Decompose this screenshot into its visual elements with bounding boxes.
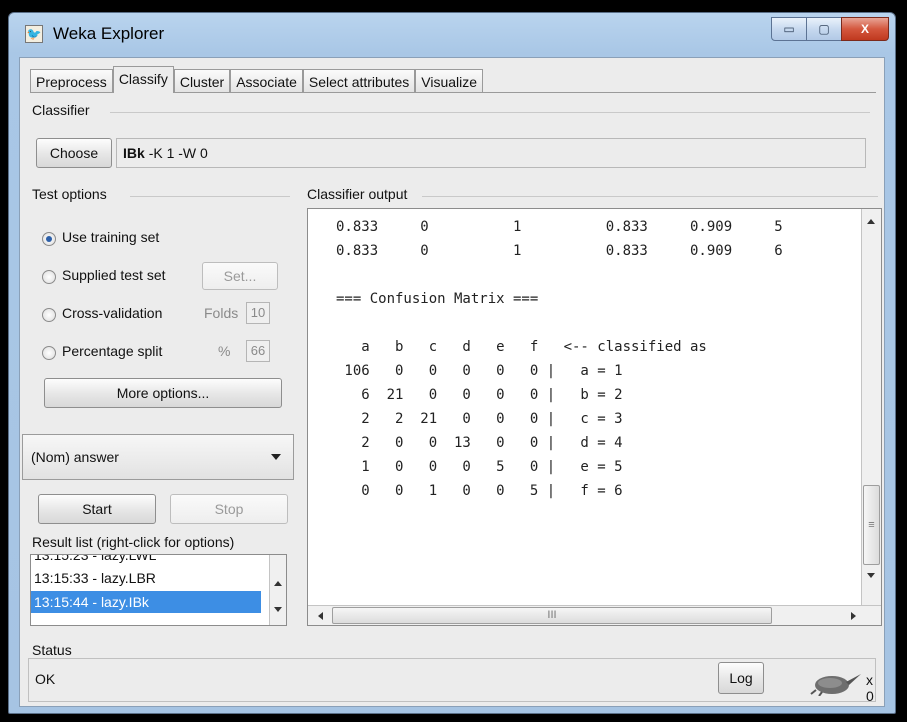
class-attribute-dropdown[interactable]: (Nom) answer	[22, 434, 294, 480]
set-button[interactable]: Set...	[202, 262, 278, 290]
supplied-test-set-radio[interactable]	[42, 270, 56, 284]
percent-label: %	[218, 343, 231, 359]
task-count: x 0	[866, 672, 874, 704]
classifier-output-area[interactable]: 0.833 0 1 0.833 0.909 5 0.833 0 1 0.833 …	[307, 208, 882, 626]
weka-app-icon: 🐦	[25, 25, 43, 43]
horizontal-scroll-thumb[interactable]: III	[332, 607, 772, 624]
scroll-up-icon[interactable]	[274, 581, 282, 586]
scroll-up-icon[interactable]	[867, 219, 875, 224]
classifier-section-label: Classifier	[32, 102, 90, 118]
result-list-item-selected[interactable]: 13:15:44 - lazy.IBk	[31, 591, 261, 613]
choose-button[interactable]: Choose	[36, 138, 112, 168]
cross-validation-radio[interactable]	[42, 308, 56, 322]
use-training-set-label[interactable]: Use training set	[62, 229, 159, 245]
test-options-label: Test options	[32, 186, 107, 202]
classifier-output-text: 0.833 0 1 0.833 0.909 5 0.833 0 1 0.833 …	[336, 219, 783, 499]
stop-button[interactable]: Stop	[170, 494, 288, 524]
log-button[interactable]: Log	[718, 662, 764, 694]
output-horizontal-scrollbar[interactable]: III	[308, 605, 881, 625]
use-training-set-radio[interactable]	[42, 232, 56, 246]
classifier-config-field[interactable]: IBk -K 1 -W 0	[116, 138, 866, 168]
classifier-name: IBk	[123, 145, 145, 161]
title-bar[interactable]: 🐦 Weka Explorer ▭ ▢ X	[9, 13, 895, 57]
classifier-output-label: Classifier output	[307, 186, 408, 202]
supplied-test-set-label[interactable]: Supplied test set	[62, 267, 166, 283]
weka-explorer-window: 🐦 Weka Explorer ▭ ▢ X Preprocess Classif…	[8, 12, 896, 714]
output-vertical-scrollbar[interactable]: ≡	[861, 209, 881, 605]
tab-preprocess[interactable]: Preprocess	[30, 69, 113, 93]
result-list-scrollbar[interactable]	[269, 555, 286, 625]
classifier-divider	[110, 112, 870, 113]
tab-select-attributes[interactable]: Select attributes	[302, 69, 416, 93]
percentage-split-label[interactable]: Percentage split	[62, 343, 162, 359]
result-list[interactable]: 13:15:23 - lazy.LWL 13:15:33 - lazy.LBR …	[30, 554, 287, 626]
classifier-output-divider	[422, 196, 878, 197]
status-text: OK	[35, 671, 56, 687]
scroll-right-icon[interactable]	[851, 612, 856, 620]
tab-classify[interactable]: Classify	[112, 66, 174, 93]
tab-associate[interactable]: Associate	[230, 69, 303, 93]
close-button[interactable]: X	[841, 17, 889, 41]
tab-cluster[interactable]: Cluster	[173, 69, 231, 93]
explorer-panel: Preprocess Classify Cluster Associate Se…	[19, 57, 885, 707]
tab-visualize[interactable]: Visualize	[415, 69, 484, 93]
classifier-options: -K 1 -W 0	[148, 145, 208, 161]
scroll-down-icon[interactable]	[274, 607, 282, 612]
scroll-left-icon[interactable]	[318, 612, 323, 620]
start-button[interactable]: Start	[38, 494, 156, 524]
test-options-divider	[130, 196, 290, 197]
percentage-split-radio[interactable]	[42, 346, 56, 360]
status-label: Status	[32, 642, 72, 658]
result-list-item[interactable]: 13:15:23 - lazy.LWL	[31, 555, 261, 566]
more-options-button[interactable]: More options...	[44, 378, 282, 408]
weka-bird-icon	[810, 674, 861, 696]
vertical-scroll-thumb[interactable]: ≡	[863, 485, 880, 565]
result-list-label: Result list (right-click for options)	[32, 534, 235, 550]
folds-label: Folds	[204, 305, 239, 321]
minimize-button[interactable]: ▭	[771, 17, 807, 41]
percentage-input[interactable]: 66	[246, 340, 270, 362]
maximize-button[interactable]: ▢	[806, 17, 842, 41]
dropdown-arrow-icon	[271, 454, 281, 460]
class-attribute-value: (Nom) answer	[31, 449, 119, 465]
tab-bar: Preprocess Classify Cluster Associate Se…	[30, 66, 484, 93]
result-list-item[interactable]: 13:15:33 - lazy.LBR	[31, 567, 261, 589]
window-title: Weka Explorer	[53, 24, 165, 43]
scroll-down-icon[interactable]	[867, 573, 875, 578]
cross-validation-label[interactable]: Cross-validation	[62, 305, 162, 321]
folds-input[interactable]: 10	[246, 302, 270, 324]
